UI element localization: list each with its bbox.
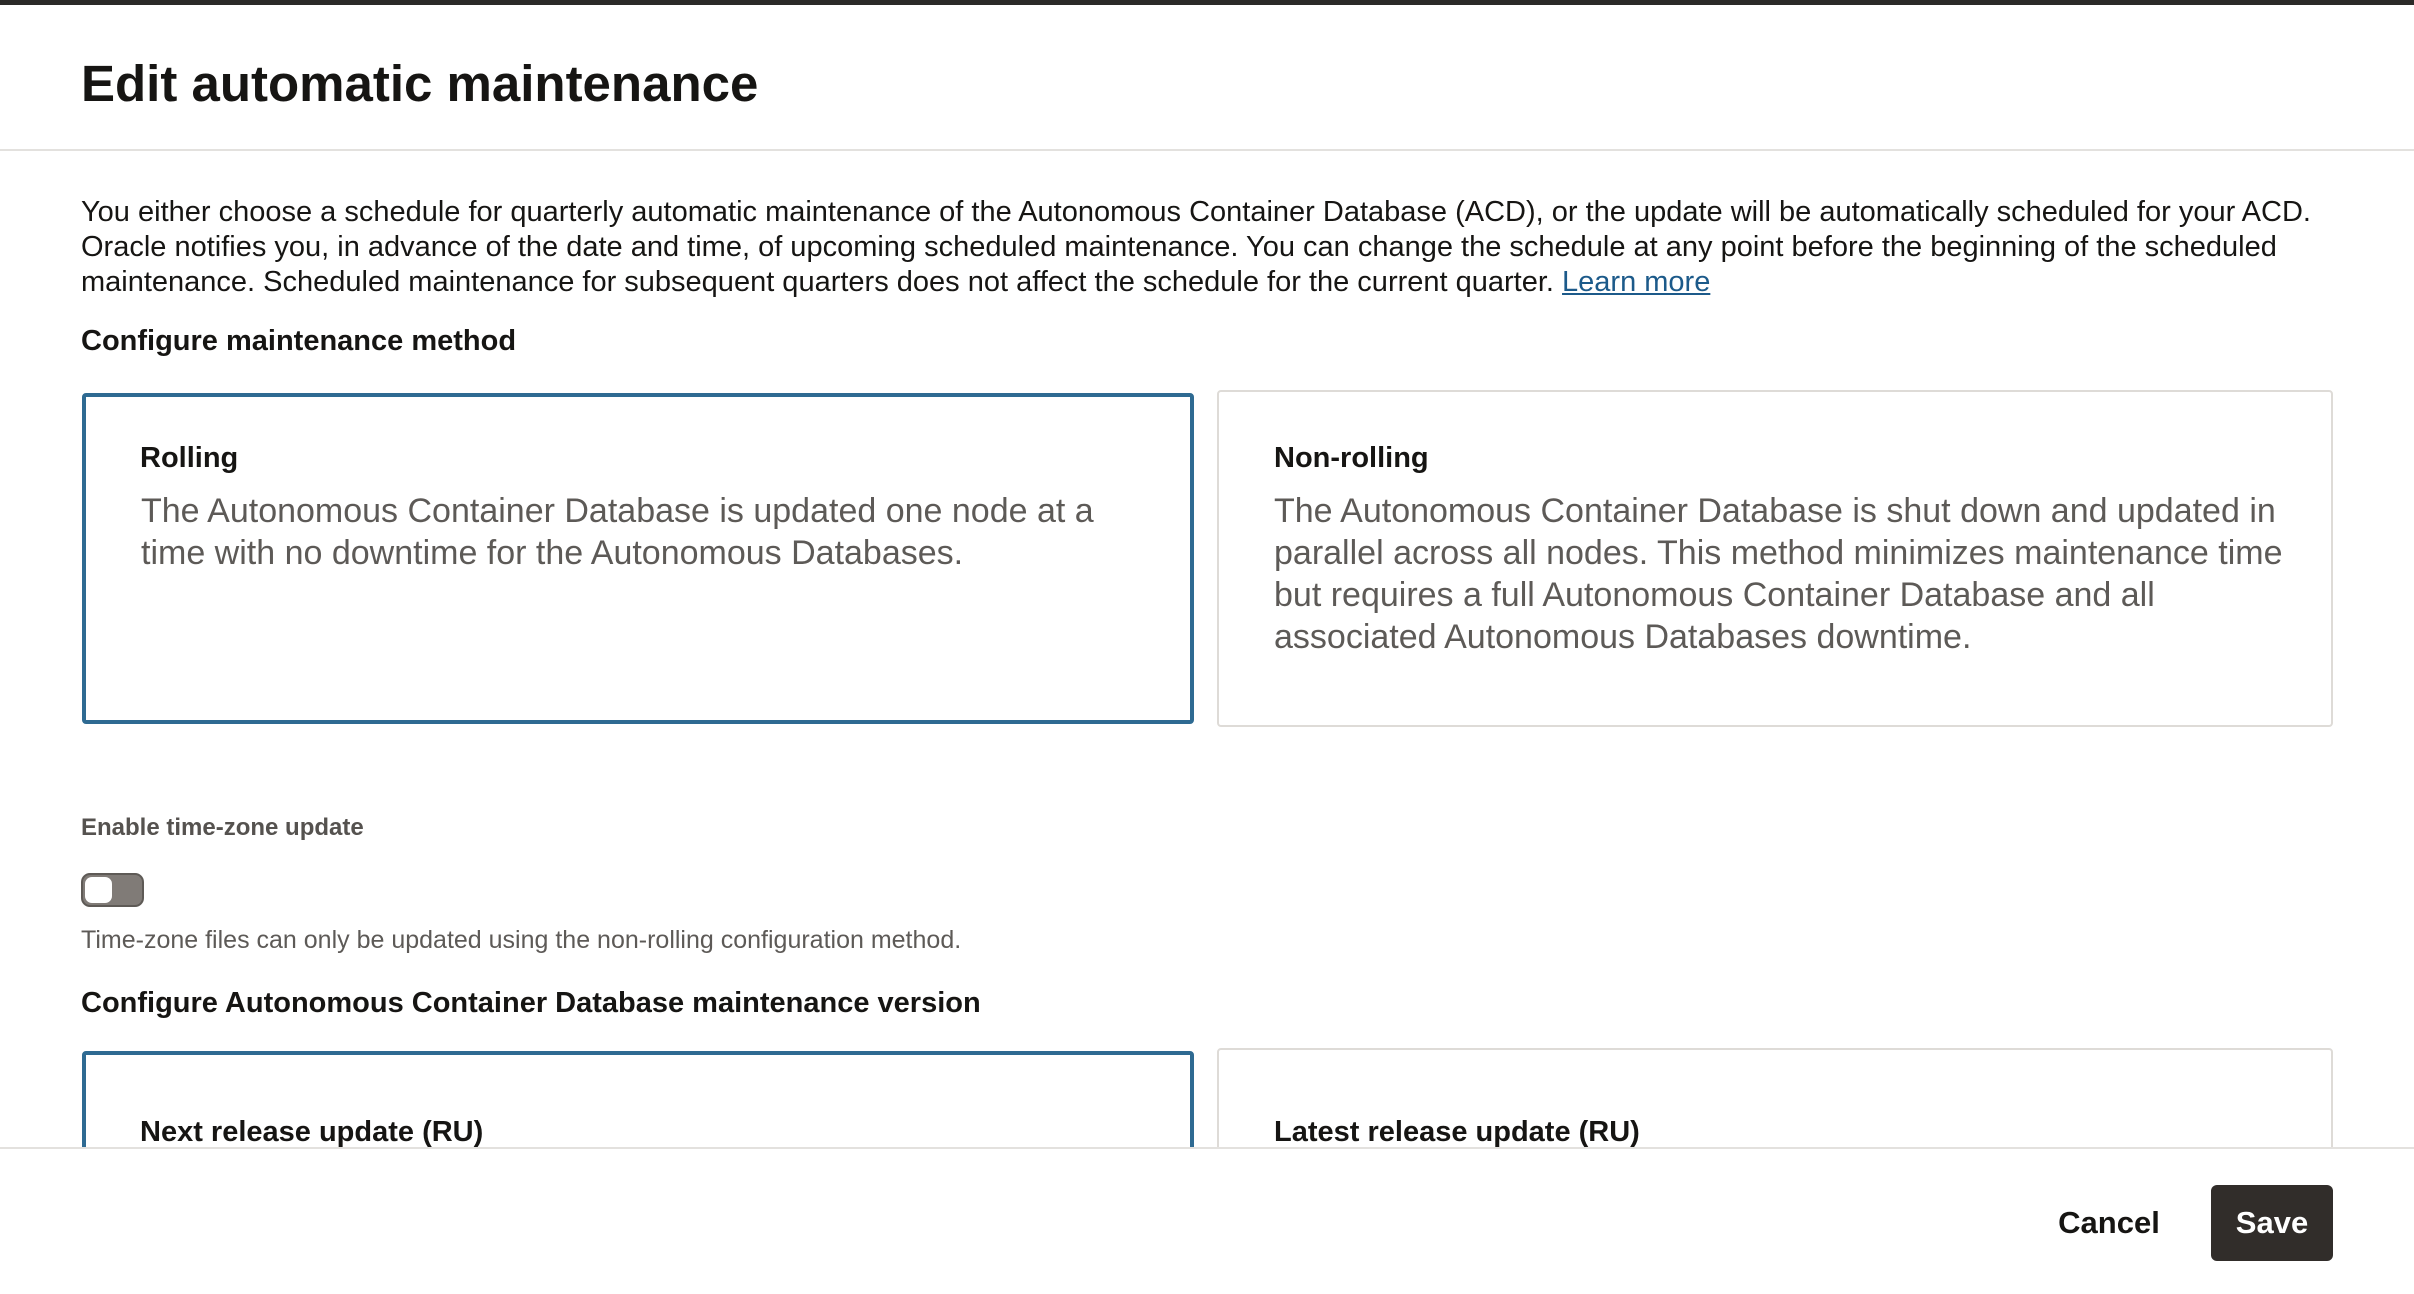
method-card-rolling[interactable]: Rolling The Autonomous Container Databas…	[82, 393, 1194, 724]
version-card-latest-ru[interactable]: Latest release update (RU)	[1217, 1048, 2333, 1147]
maintenance-method-heading: Configure maintenance method	[81, 325, 517, 357]
method-card-description: The Autonomous Container Database is upd…	[141, 492, 1094, 572]
cancel-button[interactable]: Cancel	[2040, 1185, 2178, 1261]
toggle-knob	[85, 877, 112, 903]
maintenance-version-heading: Configure Autonomous Container Database …	[81, 987, 981, 1019]
time-zone-label: Enable time-zone update	[81, 814, 364, 841]
method-card-non-rolling[interactable]: Non-rolling The Autonomous Container Dat…	[1217, 390, 2333, 727]
version-card-title: Next release update (RU)	[140, 1116, 484, 1147]
method-card-title: Non-rolling	[1274, 442, 1429, 474]
intro-text: You either choose a schedule for quarter…	[81, 196, 2311, 298]
learn-more-link[interactable]: Learn more	[1562, 266, 1710, 298]
time-zone-toggle[interactable]	[81, 873, 144, 907]
time-zone-helper-text: Time-zone files can only be updated usin…	[81, 926, 962, 954]
panel-header: Edit automatic maintenance	[0, 5, 2414, 151]
panel-body: You either choose a schedule for quarter…	[0, 151, 2414, 1147]
save-button[interactable]: Save	[2211, 1185, 2333, 1261]
version-card-title: Latest release update (RU)	[1274, 1116, 1640, 1147]
panel-title: Edit automatic maintenance	[81, 55, 759, 112]
version-card-next-ru[interactable]: Next release update (RU)	[82, 1051, 1194, 1147]
intro-paragraph: You either choose a schedule for quarter…	[81, 195, 2371, 300]
method-card-description: The Autonomous Container Database is shu…	[1274, 492, 2283, 656]
method-card-title: Rolling	[140, 442, 239, 474]
panel-footer: Cancel Save	[0, 1147, 2414, 1294]
